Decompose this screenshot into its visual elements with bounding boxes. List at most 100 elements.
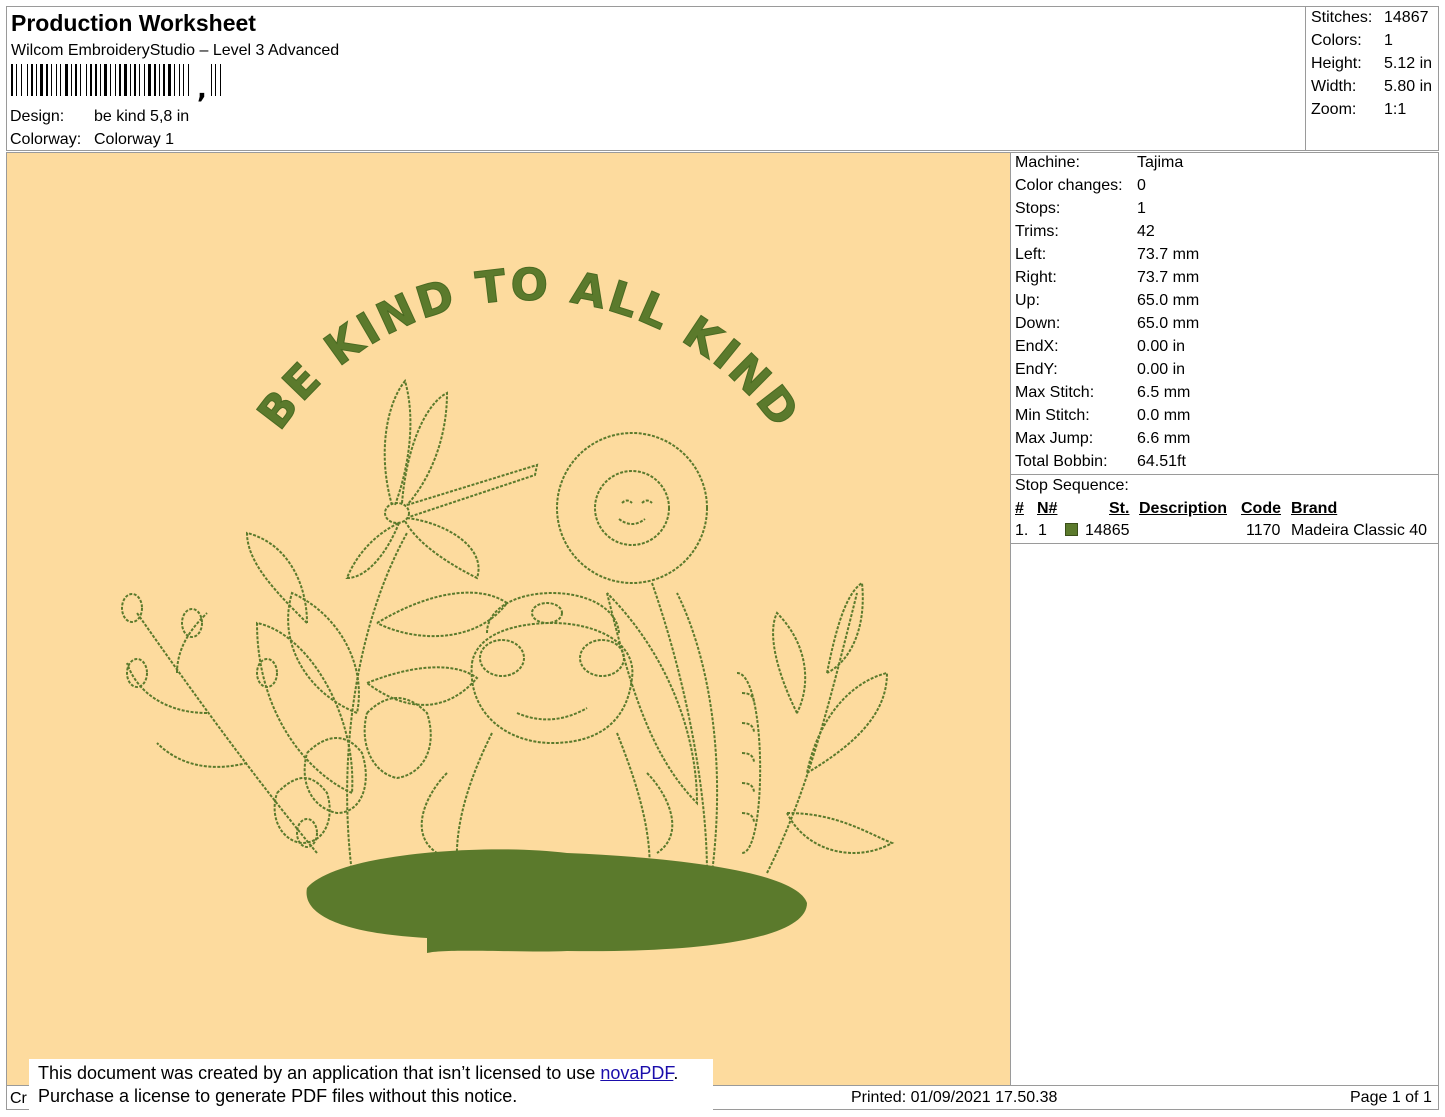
design-row: Design: be kind 5,8 in — [10, 108, 189, 126]
info-row: Machine: Tajima — [1015, 154, 1183, 172]
info-row: Max Stitch: 6.5 mm — [1015, 384, 1190, 402]
printed-date: Printed: 01/09/2021 17.50.38 — [851, 1089, 1058, 1106]
info-label: Right: — [1015, 269, 1057, 286]
stat-height: Height: 5.12 in — [1311, 55, 1433, 72]
info-label: Color changes: — [1015, 177, 1123, 194]
design-label: Design: — [10, 108, 65, 125]
stat-zoom: Zoom: 1:1 — [1311, 101, 1407, 118]
info-value: 73.7 mm — [1137, 246, 1200, 263]
info-value: 0.00 in — [1137, 361, 1186, 378]
barcode-bar — [65, 64, 68, 96]
page-title: Production Worksheet — [11, 10, 256, 36]
barcode-bar — [211, 64, 212, 96]
barcode-bar — [179, 64, 180, 96]
info-row: EndY: 0.00 in — [1015, 361, 1185, 379]
info-value: 6.6 mm — [1137, 430, 1191, 447]
row-code: 1170 — [1246, 522, 1281, 539]
barcode-bar — [148, 64, 151, 96]
info-value: 0.00 in — [1137, 338, 1186, 355]
info-row: Total Bobbin: 64.51ft — [1015, 453, 1186, 471]
barcode-bar — [40, 64, 43, 96]
barcode-bar — [159, 64, 160, 96]
left-plant — [245, 531, 509, 874]
info-label: Min Stitch: — [1015, 407, 1090, 424]
svg-text:,: , — [197, 75, 207, 102]
info-row: Down: 65.0 mm — [1015, 315, 1199, 333]
info-label: Max Jump: — [1015, 430, 1094, 447]
info-row: EndX: 0.00 in — [1015, 338, 1185, 356]
info-row: Right: 73.7 mm — [1015, 269, 1199, 287]
info-value: 64.51ft — [1137, 453, 1186, 470]
barcode-bar — [168, 64, 171, 96]
barcode-bar — [144, 64, 145, 96]
info-row: Min Stitch: 0.0 mm — [1015, 407, 1190, 425]
info-label: Machine: — [1015, 154, 1080, 171]
info-label: Up: — [1015, 292, 1040, 309]
barcode-bar — [95, 64, 97, 96]
stop-sequence-title: Stop Sequence: — [1015, 477, 1129, 494]
lily-pad — [306, 849, 807, 953]
barcode-bar — [27, 64, 28, 96]
barcode-bar — [188, 64, 189, 96]
barcode-bar — [104, 64, 107, 96]
notice-line-1: This document was created by an applicat… — [38, 1063, 679, 1083]
barcode-bar — [56, 64, 57, 96]
arc-text: BE KIND TO ALL KIND — [248, 260, 810, 439]
barcode-bar — [215, 64, 216, 96]
barcode-bar — [174, 64, 175, 96]
info-label: Down: — [1015, 315, 1061, 332]
col-header-num: # — [1015, 500, 1024, 517]
page-number: Page 1 of 1 — [1350, 1089, 1432, 1106]
barcode-bar — [110, 64, 111, 96]
info-value: 1 — [1137, 200, 1146, 217]
barcode-bar — [124, 64, 127, 96]
info-value: 42 — [1137, 223, 1155, 240]
barcode-bar — [46, 64, 48, 96]
embroidery-design: BE KIND TO ALL KIND — [121, 259, 895, 953]
info-row: Color changes: 0 — [1015, 177, 1146, 195]
row-stitches: 14865 — [1085, 522, 1130, 539]
barcode-bar — [90, 64, 92, 96]
info-label: Trims: — [1015, 223, 1059, 240]
divider — [1011, 474, 1439, 475]
info-value: 65.0 mm — [1137, 315, 1200, 332]
barcode-bar — [139, 64, 140, 96]
row-brand: Madeira Classic 40 — [1291, 522, 1428, 539]
info-label: Left: — [1015, 246, 1047, 263]
right-plant — [606, 581, 895, 874]
row-n: 1 — [1038, 522, 1047, 539]
barcode-bar — [154, 64, 156, 96]
barcode-bar — [51, 64, 52, 96]
col-header-code: Code — [1241, 500, 1281, 517]
design-preview: BE KIND TO ALL KIND — [6, 152, 1011, 1086]
info-row: Up: 65.0 mm — [1015, 292, 1199, 310]
barcode-bar — [75, 64, 77, 96]
info-value: 73.7 mm — [1137, 269, 1200, 286]
barcode: , — [11, 64, 301, 107]
info-value: 0 — [1137, 177, 1146, 194]
colorway-value: Colorway 1 — [94, 131, 175, 148]
barcode-bar — [100, 64, 101, 96]
design-value: be kind 5,8 in — [94, 108, 190, 125]
info-label: Max Stitch: — [1015, 384, 1095, 401]
info-label: Total Bobbin: — [1015, 453, 1108, 470]
stat-width: Width: 5.80 in — [1311, 78, 1433, 95]
info-label: EndX: — [1015, 338, 1059, 355]
barcode-bar — [183, 64, 184, 96]
stat-colors: Colors: 1 — [1311, 32, 1393, 49]
info-row: Trims: 42 — [1015, 223, 1155, 241]
software-subtitle: Wilcom EmbroideryStudio – Level 3 Advanc… — [11, 42, 340, 59]
stat-stitches: Stitches: 14867 — [1311, 9, 1429, 26]
barcode-bar — [36, 64, 37, 96]
barcode-bar — [11, 64, 13, 96]
colorway-row: Colorway: Colorway 1 — [10, 131, 174, 149]
barcode-bar — [134, 64, 136, 96]
info-row: Stops: 1 — [1015, 200, 1146, 218]
novapdf-link[interactable]: novaPDF — [600, 1063, 673, 1083]
info-label: EndY: — [1015, 361, 1058, 378]
caterpillar — [736, 672, 762, 854]
barcode-bar — [163, 64, 165, 96]
notice-line-2: Purchase a license to generate PDF files… — [38, 1086, 518, 1106]
thread-color-swatch — [1065, 523, 1078, 536]
barcode-bar — [86, 64, 87, 96]
